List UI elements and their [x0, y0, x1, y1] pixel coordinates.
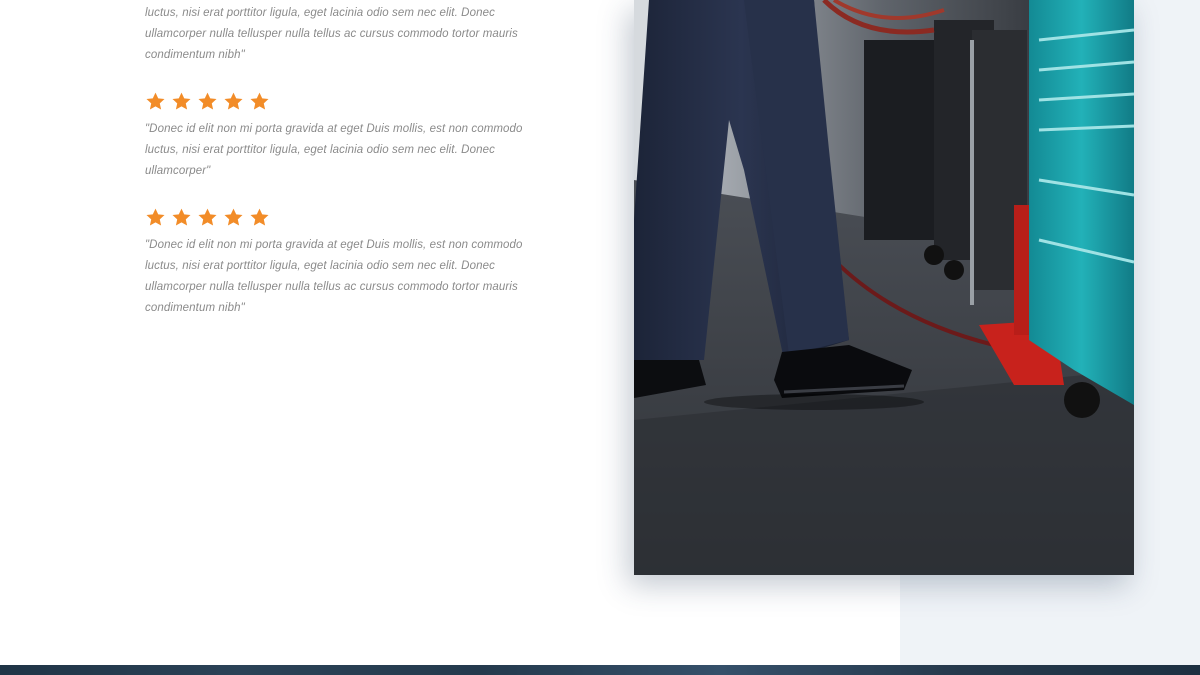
- star-icon: [145, 91, 166, 112]
- star-icon: [197, 91, 218, 112]
- testimonial-quote: "Donec id elit non mi porta gravida at e…: [145, 123, 523, 177]
- star-icon: [197, 207, 218, 228]
- testimonial-quote: luctus, nisi erat porttitor ligula, eget…: [145, 7, 518, 61]
- star-icon: [249, 91, 270, 112]
- star-icon: [171, 207, 192, 228]
- star-rating: [145, 91, 270, 113]
- star-icon: [249, 207, 270, 228]
- star-icon: [145, 207, 166, 228]
- star-rating: [145, 207, 270, 229]
- footer-section-top: [0, 665, 1200, 675]
- mechanic-garage-photo: [634, 0, 1134, 575]
- testimonial-quote: "Donec id elit non mi porta gravida at e…: [145, 239, 523, 314]
- star-icon: [171, 91, 192, 112]
- star-icon: [223, 207, 244, 228]
- star-icon: [223, 91, 244, 112]
- page: luctus, nisi erat porttitor ligula, eget…: [0, 0, 1200, 675]
